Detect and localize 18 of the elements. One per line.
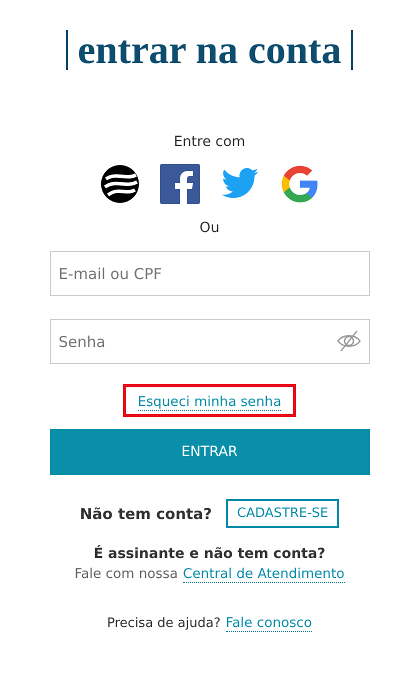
sign-in-with-label: Entre com <box>174 134 246 150</box>
page-title: entrar na conta <box>78 28 342 72</box>
help-text: Precisa de ajuda? <box>107 616 221 631</box>
support-center-link[interactable]: Central de Atendimento <box>182 566 345 583</box>
facebook-icon[interactable] <box>160 164 200 204</box>
email-field[interactable]: E-mail ou CPF <box>50 251 370 296</box>
contact-us-link[interactable]: Fale conosco <box>226 615 312 632</box>
subscriber-question: É assinante e não tem conta? <box>94 546 326 562</box>
globe-logo-icon[interactable] <box>100 164 140 204</box>
no-account-label: Não tem conta? <box>80 504 212 522</box>
or-label: Ou <box>200 220 220 236</box>
forgot-password-link[interactable]: Esqueci minha senha <box>138 394 282 411</box>
password-field[interactable]: Senha <box>50 319 370 364</box>
login-button[interactable]: ENTRAR <box>50 429 370 475</box>
signup-button[interactable]: CADASTRE-SE <box>226 499 340 528</box>
contact-text: Fale com nossa <box>74 566 178 582</box>
eye-slash-icon[interactable] <box>336 329 362 353</box>
google-g-icon[interactable] <box>280 164 320 204</box>
